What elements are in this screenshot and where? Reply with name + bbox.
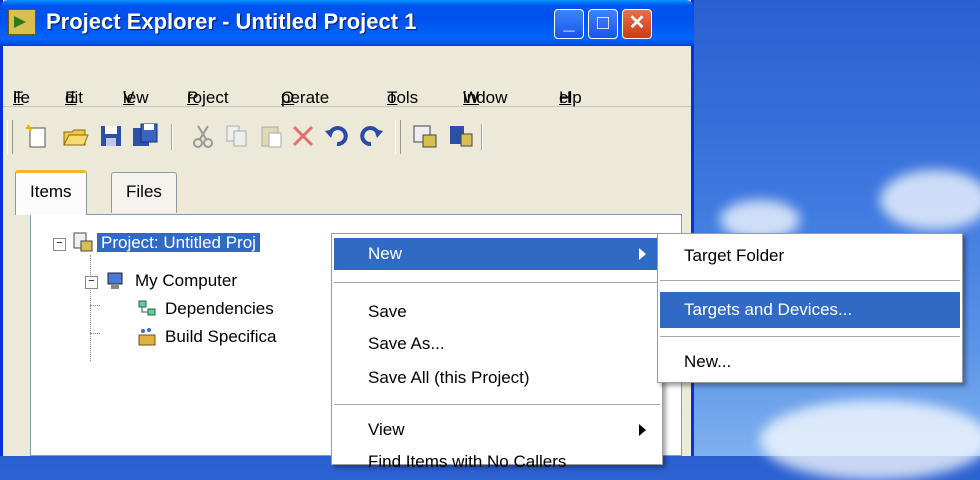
redo-icon[interactable] (357, 122, 385, 150)
tree-item-build-specifications[interactable]: Build Specifica (165, 323, 277, 351)
menu-bar: File Edit View Project Operate Tools Win… (3, 72, 691, 107)
build-specifications-icon (138, 328, 156, 346)
submenu-new[interactable]: New... (660, 344, 960, 380)
window-title: Project Explorer - Untitled Project 1 (46, 9, 417, 34)
menu-separator (334, 404, 660, 405)
tree-item-dependencies-label: Dependencies (165, 299, 274, 318)
maximize-button[interactable]: □ (588, 9, 618, 39)
paste-icon[interactable] (257, 122, 285, 150)
context-menu-save-as[interactable]: Save As... (334, 328, 660, 360)
tree-item-project[interactable]: Project: Untitled Proj (97, 229, 260, 257)
submenu-arrow-icon (639, 248, 646, 260)
context-menu-save-all[interactable]: Save All (this Project) (334, 362, 660, 394)
dependencies-icon (138, 300, 156, 316)
toolbar-separator (481, 124, 483, 150)
minimize-button[interactable]: _ (554, 9, 584, 39)
menu-separator (334, 282, 660, 283)
collapse-root-toggle[interactable]: − (53, 238, 66, 251)
tree-item-my-computer[interactable]: My Computer (135, 267, 237, 295)
submenu-target-folder[interactable]: Target Folder (660, 238, 960, 274)
build-icon[interactable] (411, 122, 439, 150)
toolbar-grip[interactable] (7, 120, 13, 154)
computer-icon (107, 272, 123, 289)
tab-files[interactable]: Files (111, 172, 177, 213)
desktop-cloud (880, 170, 980, 230)
context-menu-view-label: View (368, 420, 405, 439)
toolbar (3, 112, 691, 160)
title-bar[interactable]: Project Explorer - Untitled Project 1 _ … (0, 0, 694, 46)
new-icon[interactable] (23, 122, 51, 150)
delete-icon[interactable] (289, 122, 317, 150)
menu-separator (660, 336, 960, 337)
desktop-cloud (760, 400, 980, 480)
tree-item-build-specifications-label: Build Specifica (165, 327, 277, 346)
save-all-icon[interactable] (131, 122, 159, 150)
save-icon[interactable] (97, 122, 125, 150)
labview-icon (8, 9, 36, 35)
tree-item-my-computer-label: My Computer (135, 271, 238, 290)
cut-icon[interactable] (189, 122, 217, 150)
context-menu-find-items[interactable]: Find Items with No Callers (334, 446, 660, 478)
context-menu: New Save Save As... Save All (this Proje… (331, 233, 663, 471)
context-menu-new-label: New (368, 244, 403, 263)
project-icon (73, 232, 93, 252)
submenu-targets-and-devices[interactable]: Targets and Devices... (660, 292, 960, 328)
context-menu-view[interactable]: View (334, 414, 660, 446)
tab-items[interactable]: Items (15, 170, 87, 215)
deploy-icon[interactable] (447, 122, 475, 150)
collapse-computer-toggle[interactable]: − (85, 276, 98, 289)
copy-icon[interactable] (223, 122, 251, 150)
tree-item-project-label: Project: Untitled Proj (97, 233, 260, 252)
close-button[interactable]: ✕ (622, 9, 652, 39)
tree-connector (90, 305, 100, 306)
undo-icon[interactable] (323, 122, 351, 150)
context-menu-new[interactable]: New (334, 238, 660, 270)
context-menu-save[interactable]: Save (334, 296, 660, 328)
menu-separator (660, 280, 960, 281)
tree-item-dependencies[interactable]: Dependencies (165, 295, 274, 323)
new-submenu: Target Folder Targets and Devices... New… (657, 233, 963, 383)
tree-connector (90, 333, 100, 334)
submenu-arrow-icon (639, 424, 646, 436)
toolbar-grip[interactable] (395, 120, 401, 154)
tree-connector (90, 255, 91, 361)
toolbar-separator (171, 124, 173, 150)
open-icon[interactable] (61, 122, 89, 150)
